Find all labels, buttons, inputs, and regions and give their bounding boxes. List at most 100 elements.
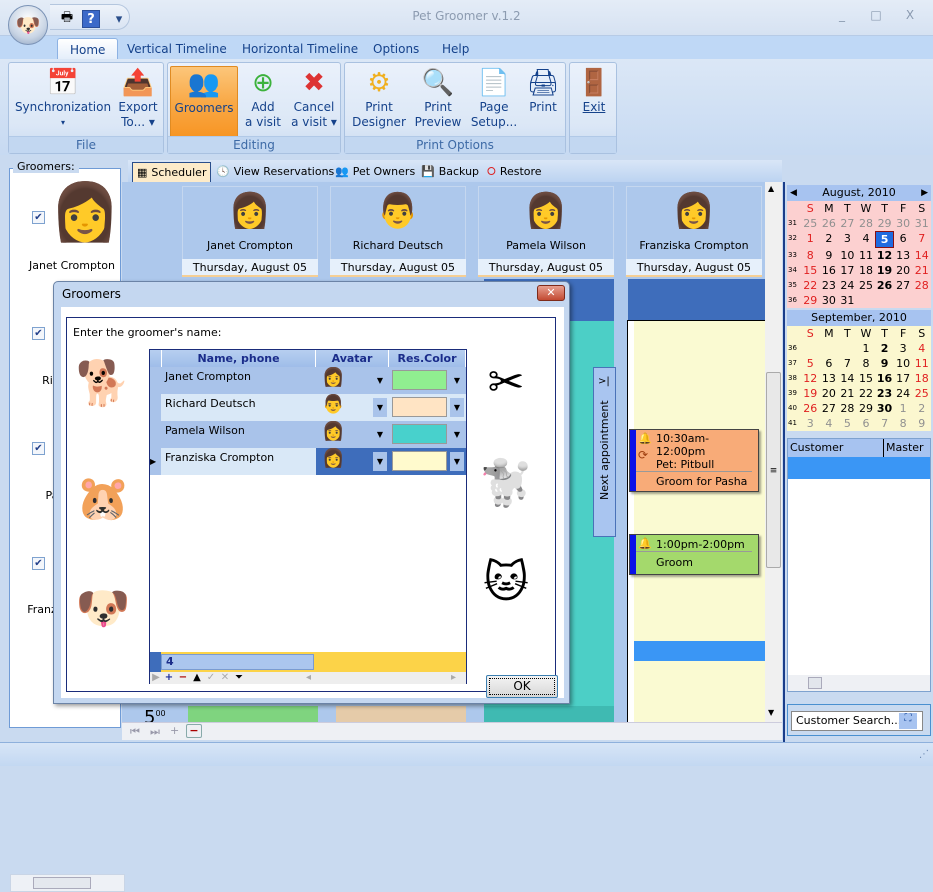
calendar-day[interactable]: 28 [838,401,857,416]
calendar-day[interactable]: 26 [820,216,839,231]
scroll-up-icon[interactable]: ▲ [768,184,774,193]
scroll-left-icon[interactable]: ◂ [306,672,311,684]
calendar-day[interactable]: 25 [857,278,876,293]
groomers-button[interactable]: 👥 Groomers [170,66,238,138]
groomer-row[interactable]: Richard Deutsch 👨 ▼ ▼ [150,394,466,421]
appointment[interactable]: 🔔 1:00pm-2:00pm Groom [629,534,759,575]
calendar-day[interactable]: 15 [857,371,876,386]
tab-restore[interactable]: ⭘ Restore [483,162,546,182]
column-header-avatar[interactable]: Avatar [316,350,389,367]
calendar-day[interactable]: 9 [875,356,894,371]
groomer-name-cell[interactable]: Pamela Wilson [162,421,316,448]
ok-button[interactable]: OK [486,675,558,698]
calendar-day[interactable]: 12 [875,248,894,263]
calendar-day[interactable]: 9 [820,248,839,263]
calendar-day[interactable]: 3 [894,341,913,356]
calendar-day[interactable]: 9 [912,416,931,431]
cancel-visit-button[interactable]: ✖ Cancel a visit ▾ [288,66,340,138]
calendar-day[interactable]: 13 [820,371,839,386]
dropdown-arrow-icon[interactable]: ▼ [450,398,464,417]
close-window-button[interactable]: X [900,8,920,24]
calendar-day[interactable]: 4 [820,416,839,431]
tab-vertical-timeline[interactable]: Vertical Timeline [115,38,239,60]
calendar-day[interactable]: 4 [857,231,876,248]
appointment[interactable]: 🔔 ⟳ 10:30am-12:00pm Pet: Pitbull Groom f… [629,429,759,492]
exit-button[interactable]: 🚪 Exit [572,66,616,138]
calendar-day[interactable]: 23 [820,278,839,293]
calendar-day[interactable]: 31 [912,216,931,231]
dropdown-arrow-icon[interactable]: ▼ [373,398,387,417]
calendar-day[interactable]: 16 [820,263,839,278]
calendar-day[interactable]: 4 [912,341,931,356]
groomer-checkbox[interactable]: ✔ [32,327,45,340]
next-month-icon[interactable]: ▶ [921,185,928,201]
tab-home[interactable]: Home [57,38,119,60]
res-color-cell[interactable]: ▼ [389,421,466,448]
calendar-day[interactable]: 7 [875,416,894,431]
calendar-day[interactable]: 2 [912,401,931,416]
groomer-checkbox[interactable]: ✔ [32,211,45,224]
tab-pet-owners[interactable]: 👥 Pet Owners [331,162,419,182]
calendar-day[interactable]: 13 [894,248,913,263]
dropdown-arrow-icon[interactable]: ▼ [450,452,464,471]
calendar-day[interactable]: 25 [801,216,820,231]
groomer-checkbox[interactable]: ✔ [32,557,45,570]
customer-grid-hscrollbar[interactable] [788,675,930,691]
calendar-day[interactable]: 21 [838,386,857,401]
calendar-day[interactable]: 5 [875,231,894,248]
tab-scheduler[interactable]: ▦ Scheduler [132,162,212,182]
last-page-icon[interactable]: ⏭ [150,725,160,739]
scroll-right-icon[interactable]: ▸ [451,672,456,684]
next-appointment-button[interactable]: Next appointment [593,367,616,537]
calendar-day[interactable]: 28 [857,216,876,231]
calendar-day[interactable]: 31 [838,293,857,308]
calendar-day[interactable]: 29 [857,401,876,416]
res-color-cell[interactable]: ▼ [389,448,466,475]
tab-horizontal-timeline[interactable]: Horizontal Timeline [230,38,370,60]
calendar-day[interactable]: 2 [820,231,839,248]
calendar-day[interactable]: 19 [875,263,894,278]
column-header-customer[interactable]: Customer [788,439,884,457]
calendar-day[interactable]: 18 [912,371,931,386]
groomer-name-cell[interactable]: Janet Crompton [162,367,316,394]
calendar-day[interactable]: 15 [801,263,820,278]
scroll-thumb[interactable] [808,677,822,689]
calendar-day[interactable]: 29 [875,216,894,231]
synchronization-button[interactable]: 📅 Synchronization ▾ [13,66,113,138]
first-page-icon[interactable]: ⏮ [130,725,140,739]
calendar-day[interactable]: 8 [801,248,820,263]
minimize-button[interactable]: _ [832,8,852,24]
res-color-cell[interactable]: ▼ [389,394,466,421]
avatar-cell[interactable]: 👩 ▼ [316,448,389,475]
scheduler-vscrollbar[interactable]: ▲ ≡ ▼ [765,182,782,722]
binoculars-icon[interactable]: ⛶ [899,713,917,729]
resize-grip-icon[interactable]: ⋰ [919,749,929,760]
export-to-button[interactable]: 📤 Export To... ▾ [115,66,161,138]
calendar-day[interactable]: 28 [912,278,931,293]
calendar-day[interactable]: 18 [857,263,876,278]
calendar-day[interactable]: 22 [801,278,820,293]
calendar-day[interactable]: 14 [838,371,857,386]
column-header-name-phone[interactable]: Name, phone [162,350,316,367]
dropdown-arrow-icon[interactable]: ▼ [373,425,387,444]
calendar-day[interactable]: 17 [838,263,857,278]
groomers-hscrollbar[interactable] [10,874,125,892]
calendar-day[interactable]: 27 [894,278,913,293]
remove-icon[interactable]: − [186,724,202,738]
scroll-down-icon[interactable]: ▼ [768,708,774,717]
app-menu-button[interactable]: 🐶 [8,5,48,45]
calendar-day[interactable]: 7 [912,231,931,248]
calendar-day[interactable]: 6 [820,356,839,371]
calendar-day[interactable]: 5 [838,416,857,431]
dropdown-arrow-icon[interactable]: ▼ [373,371,387,390]
calendar-day[interactable]: 30 [875,401,894,416]
avatar-cell[interactable]: 👩 ▼ [316,421,389,448]
column-header-master[interactable]: Master [884,439,924,457]
resource-column-franziska[interactable] [627,279,766,723]
calendar-day[interactable]: 25 [912,386,931,401]
calendar-day[interactable]: 10 [838,248,857,263]
calendar-day[interactable]: 20 [820,386,839,401]
dropdown-arrow-icon[interactable]: ▼ [450,425,464,444]
calendar-day[interactable]: 30 [820,293,839,308]
calendar-day[interactable]: 2 [875,341,894,356]
